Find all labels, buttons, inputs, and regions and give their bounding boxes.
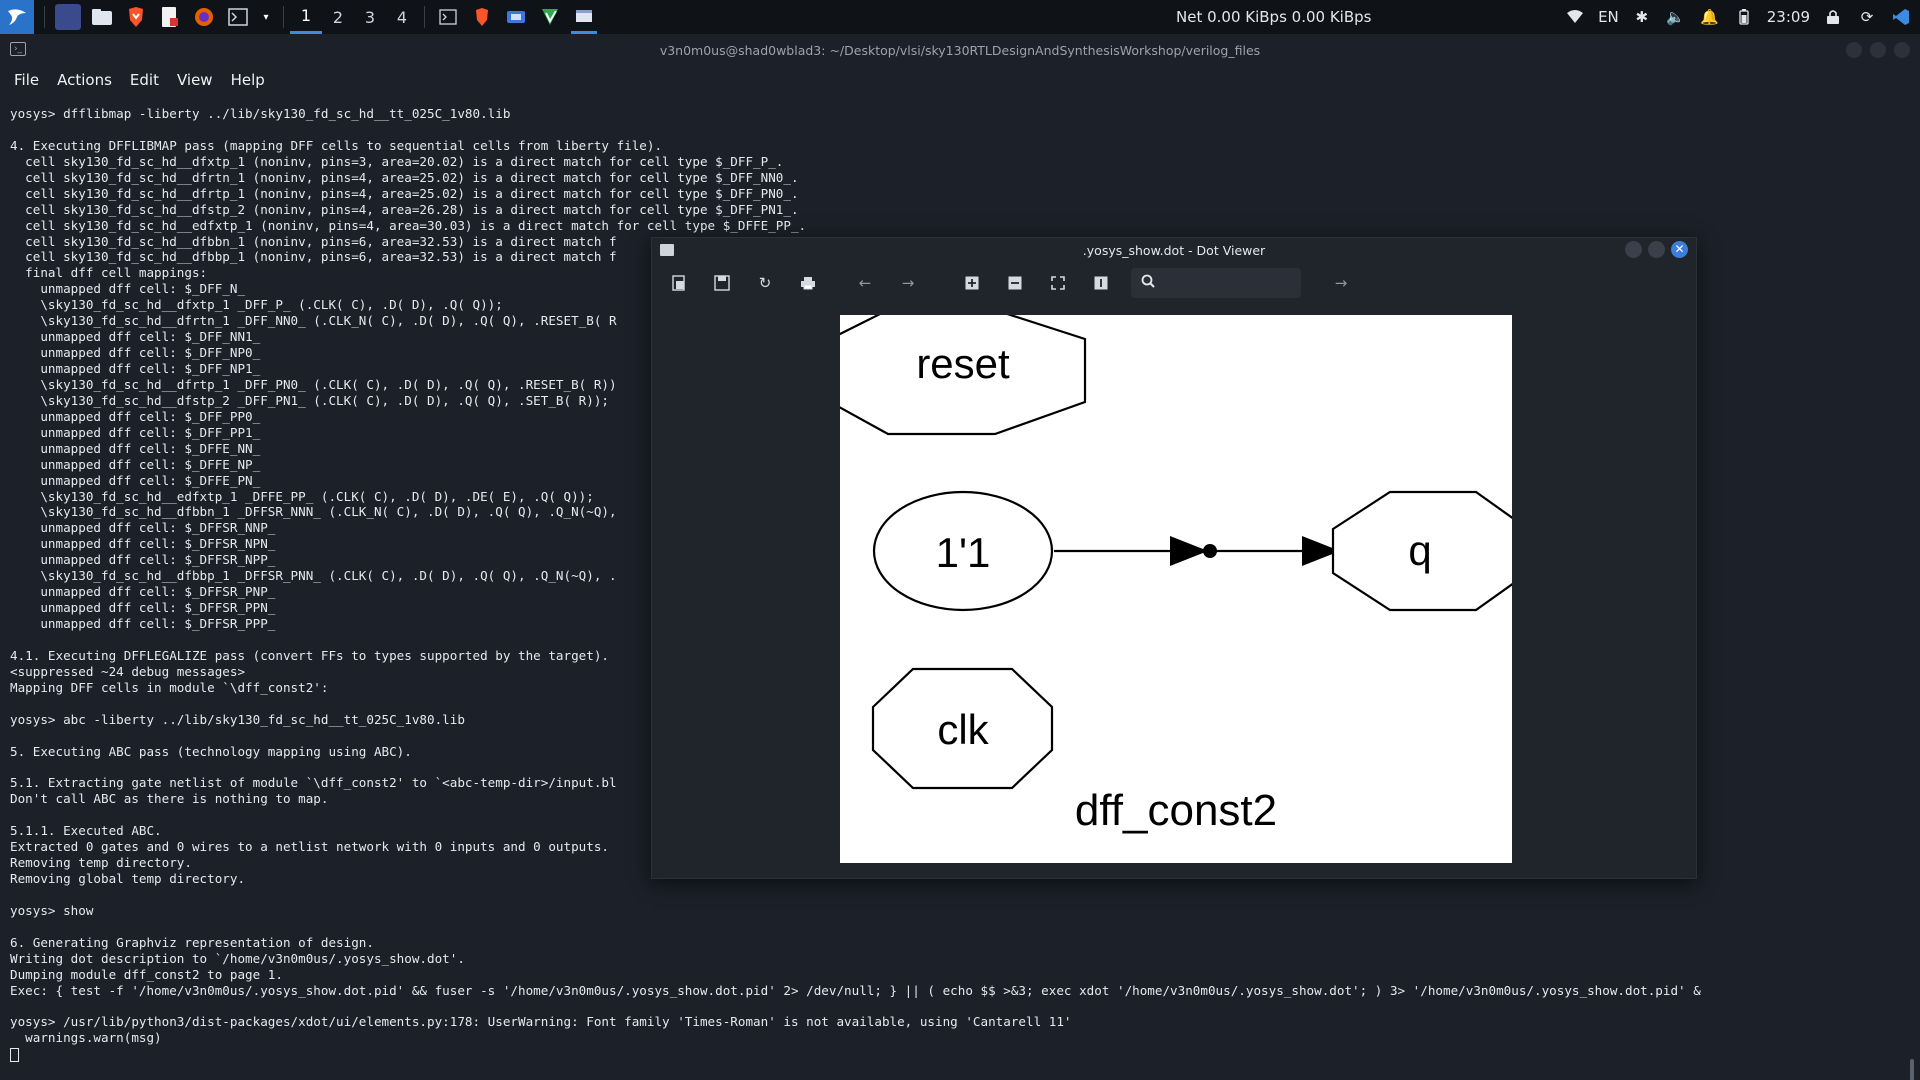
terminal-cursor bbox=[10, 1047, 19, 1062]
file-manager-icon[interactable] bbox=[89, 4, 115, 30]
graph-canvas[interactable]: reset 1'1 q clk dff_const2 bbox=[840, 315, 1512, 863]
workspace-4[interactable]: 4 bbox=[386, 0, 418, 34]
text-editor-icon[interactable] bbox=[157, 4, 183, 30]
dot-viewer-window-icon bbox=[660, 244, 674, 256]
terminal-line: cell sky130_fd_sc_hd__dfrtn_1 (noninv, p… bbox=[10, 169, 799, 185]
dot-viewer-title: .yosys_show.dot - Dot Viewer bbox=[1082, 242, 1266, 258]
graph-svg: reset 1'1 q clk dff_const2 bbox=[840, 315, 1512, 835]
dot-viewer-toolbar: ↻ ← → → bbox=[652, 262, 1696, 304]
brave-browser-icon[interactable] bbox=[123, 4, 149, 30]
terminal-line: Dumping module dff_const2 to page 1. bbox=[10, 966, 283, 982]
menu-help[interactable]: Help bbox=[231, 71, 265, 89]
workspace-3[interactable]: 3 bbox=[354, 0, 386, 34]
graph-module-label: dff_const2 bbox=[1075, 786, 1277, 835]
top-panel: ▾ 1 2 3 4 Net 0.00 KiBps 0.00 KiBps EN ✱… bbox=[0, 0, 1920, 34]
print-icon[interactable] bbox=[796, 272, 820, 294]
menu-actions[interactable]: Actions bbox=[57, 71, 112, 89]
wifi-icon[interactable] bbox=[1564, 6, 1586, 28]
terminal-line: cell sky130_fd_sc_hd__edfxtp_1 (noninv, … bbox=[10, 217, 807, 233]
dot-viewer-window: .yosys_show.dot - Dot Viewer ✕ ↻ ← → → r… bbox=[651, 237, 1697, 879]
terminal-prompt-line[interactable] bbox=[10, 1046, 1890, 1062]
menu-edit[interactable]: Edit bbox=[130, 71, 159, 89]
zoom-fit-icon[interactable] bbox=[1046, 272, 1070, 294]
volume-icon[interactable]: 🔈 bbox=[1665, 6, 1687, 28]
taskbar-dot-viewer-icon[interactable] bbox=[571, 0, 597, 34]
chevron-down-icon[interactable]: ▾ bbox=[259, 4, 273, 30]
terminal-titlebar: ›_ v3n0m0us@shad0wblad3: ~/Desktop/vlsi/… bbox=[0, 34, 1920, 66]
close-button[interactable] bbox=[1894, 42, 1910, 58]
desktop-icon[interactable] bbox=[55, 4, 81, 30]
terminal-menubar: File Actions Edit View Help bbox=[0, 66, 1920, 94]
firefox-icon[interactable] bbox=[191, 4, 217, 30]
vscode-icon[interactable] bbox=[1890, 6, 1912, 28]
graph-arrowhead bbox=[1170, 536, 1208, 566]
terminal-line: cell sky130_fd_sc_hd__dfstp_2 (noninv, p… bbox=[10, 201, 799, 217]
taskbar-vim-icon[interactable] bbox=[537, 4, 563, 30]
maximize-button[interactable] bbox=[1870, 42, 1886, 58]
app-menu-icon[interactable] bbox=[0, 0, 34, 34]
lock-icon[interactable] bbox=[1822, 6, 1844, 28]
terminal-line: cell sky130_fd_sc_hd__dfxtp_1 (noninv, p… bbox=[10, 153, 784, 169]
panel-separator bbox=[283, 6, 284, 28]
terminal-line: yosys> dfflibmap -liberty ../lib/sky130_… bbox=[10, 106, 511, 121]
viewer-minimize-button[interactable] bbox=[1625, 241, 1642, 258]
battery-icon[interactable] bbox=[1733, 6, 1755, 28]
network-speed: Net 0.00 KiBps 0.00 KiBps bbox=[1176, 8, 1372, 26]
panel-separator bbox=[44, 6, 45, 28]
terminal-title: v3n0m0us@shad0wblad3: ~/Desktop/vlsi/sky… bbox=[659, 42, 1261, 58]
terminal-line: 4. Executing DFFLIBMAP pass (mapping DFF… bbox=[10, 137, 663, 153]
terminal-line: Writing dot description to `/home/v3n0m0… bbox=[10, 950, 465, 966]
find-next-arrow-icon[interactable]: → bbox=[1329, 272, 1353, 294]
graph-node-q-label: q bbox=[1408, 527, 1431, 574]
zoom-in-icon[interactable] bbox=[960, 272, 984, 294]
viewer-maximize-button[interactable] bbox=[1648, 241, 1665, 258]
system-tray: EN ✱ 🔈 🔔 23:09 ⟳ bbox=[1564, 0, 1920, 34]
panel-separator bbox=[424, 6, 425, 28]
terminal-line: cell sky130_fd_sc_hd__dfrtp_1 (noninv, p… bbox=[10, 185, 799, 201]
menu-file[interactable]: File bbox=[14, 71, 39, 89]
forward-arrow-icon[interactable]: → bbox=[896, 272, 920, 294]
terminal-scrollbar[interactable] bbox=[1910, 1059, 1914, 1080]
dot-viewer-titlebar: .yosys_show.dot - Dot Viewer ✕ bbox=[652, 238, 1696, 262]
keyboard-layout[interactable]: EN bbox=[1598, 8, 1619, 26]
find-input[interactable] bbox=[1131, 268, 1301, 298]
notification-bell-icon[interactable]: 🔔 bbox=[1699, 6, 1721, 28]
viewer-close-button[interactable]: ✕ bbox=[1671, 241, 1688, 258]
zoom-100-icon[interactable] bbox=[1089, 272, 1113, 294]
open-file-icon[interactable] bbox=[667, 272, 691, 294]
graph-node-const-label: 1'1 bbox=[936, 529, 991, 576]
workspace-2[interactable]: 2 bbox=[322, 0, 354, 34]
terminal-line: Exec: { test -f '/home/v3n0m0us/.yosys_s… bbox=[10, 982, 1701, 998]
terminal-line: yosys> show bbox=[10, 902, 94, 918]
taskbar-terminal-icon[interactable] bbox=[435, 4, 461, 30]
terminal-line: 6. Generating Graphviz representation of… bbox=[10, 934, 374, 950]
save-file-icon[interactable] bbox=[710, 272, 734, 294]
graph-node-reset-label: reset bbox=[916, 340, 1010, 387]
bluetooth-icon[interactable]: ✱ bbox=[1631, 6, 1653, 28]
graph-node-clk-label: clk bbox=[937, 706, 989, 753]
terminal-icon[interactable] bbox=[225, 4, 251, 30]
workspace-1[interactable]: 1 bbox=[290, 0, 322, 34]
clock[interactable]: 23:09 bbox=[1767, 8, 1810, 26]
taskbar-app-icon[interactable] bbox=[503, 4, 529, 30]
reload-icon[interactable]: ↻ bbox=[753, 272, 777, 294]
back-arrow-icon[interactable]: ← bbox=[853, 272, 877, 294]
terminal-window-icon: ›_ bbox=[10, 42, 26, 56]
update-icon[interactable]: ⟳ bbox=[1856, 6, 1878, 28]
menu-view[interactable]: View bbox=[177, 71, 213, 89]
taskbar-brave-icon[interactable] bbox=[469, 4, 495, 30]
zoom-out-icon[interactable] bbox=[1003, 272, 1027, 294]
minimize-button[interactable] bbox=[1846, 42, 1862, 58]
terminal-line: yosys> /usr/lib/python3/dist-packages/xd… bbox=[10, 1014, 1072, 1030]
search-icon bbox=[1141, 274, 1155, 292]
terminal-line: warnings.warn(msg) bbox=[10, 1030, 162, 1046]
